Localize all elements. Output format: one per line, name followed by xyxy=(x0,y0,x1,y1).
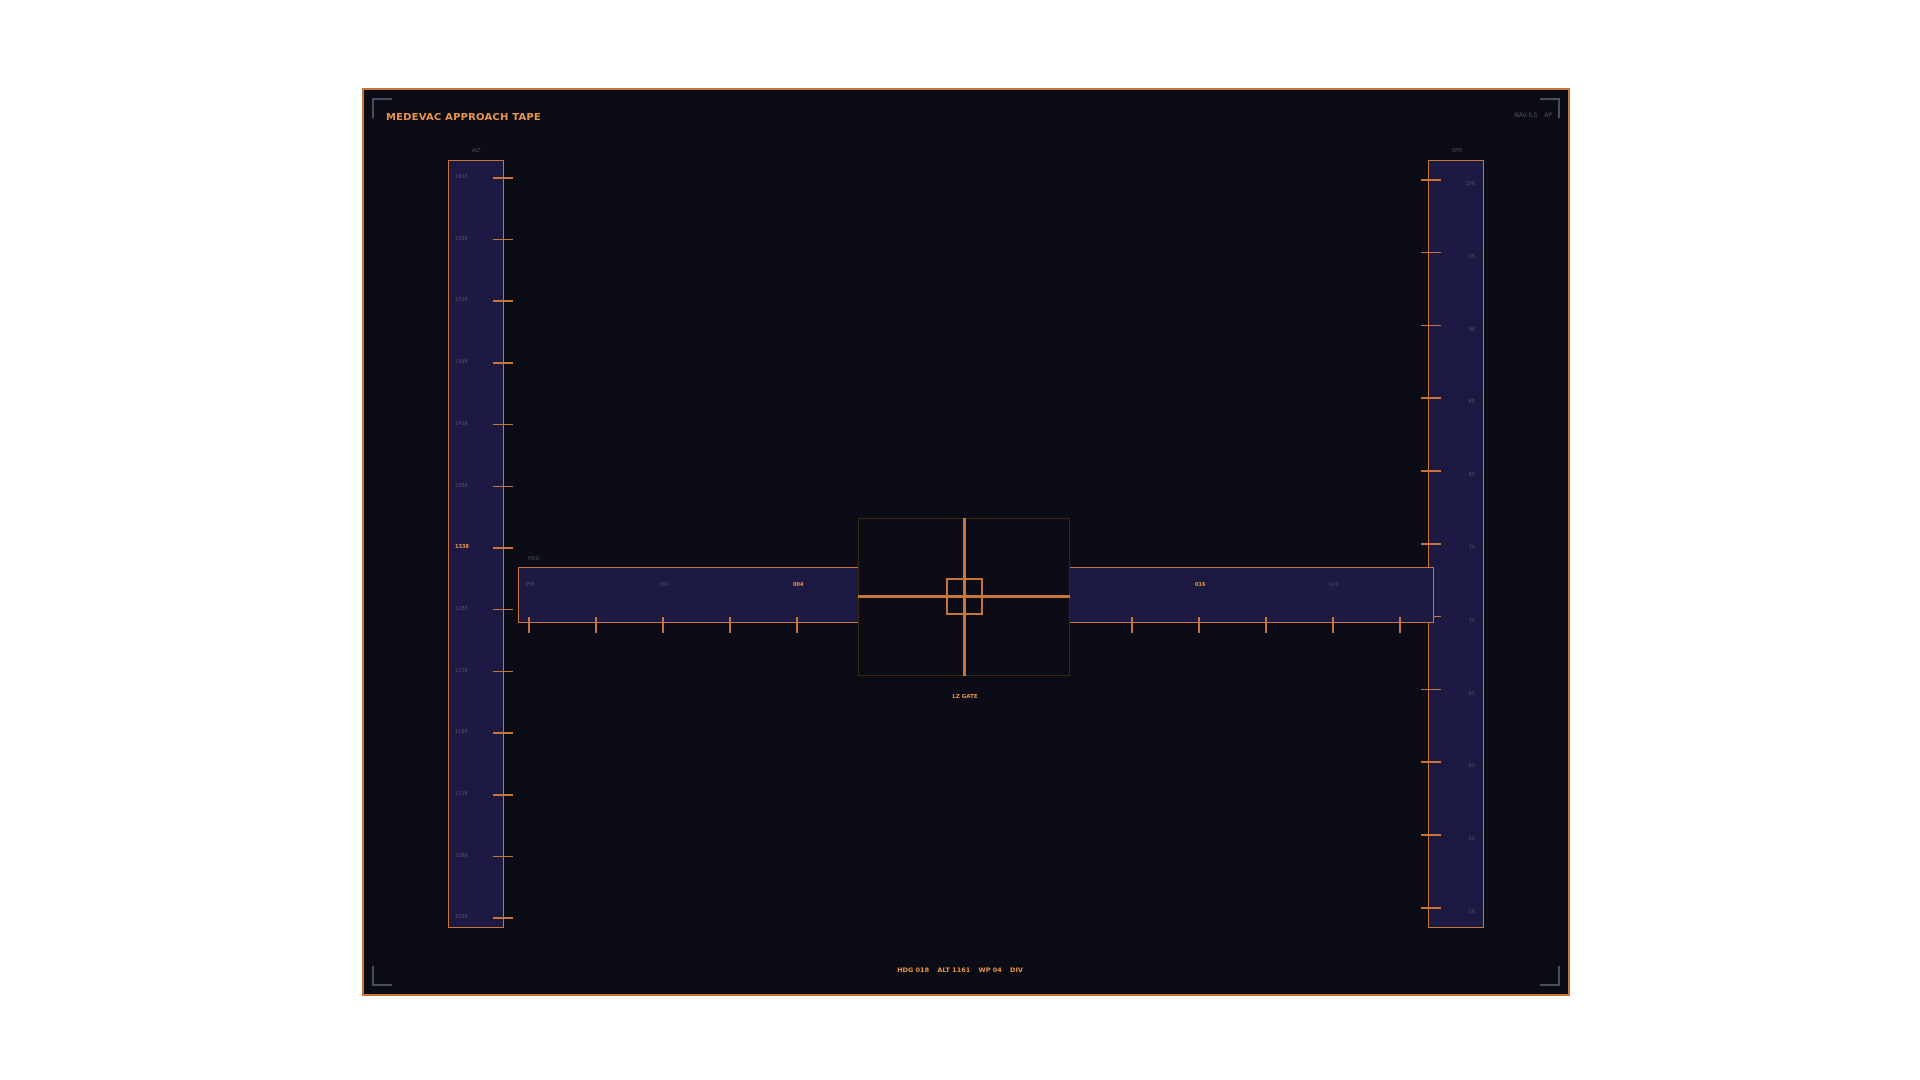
alt-tick xyxy=(493,177,513,179)
spd-tick-label: 55 xyxy=(1468,836,1475,843)
hdg-tick-label: 004 xyxy=(793,582,804,588)
hdg-tick xyxy=(1198,617,1200,633)
hdg-tick xyxy=(1131,617,1133,633)
altitude-tape[interactable]: 1638 1588 1538 1488 1438 1388 1338 1288 1238 1188… xyxy=(448,160,513,928)
hdg-tick xyxy=(729,617,731,633)
alt-tick xyxy=(493,608,513,611)
reticle-square[interactable] xyxy=(946,578,983,615)
spd-tick-label: 75 xyxy=(1468,545,1475,551)
readout-hdg: HDG 018 xyxy=(897,966,930,974)
alt-tick-label: 1188 xyxy=(455,729,468,736)
alt-tick xyxy=(493,917,513,919)
spd-tick-label: 90 xyxy=(1468,326,1475,333)
alt-tick xyxy=(493,670,513,673)
hdg-tick xyxy=(1399,617,1401,633)
alt-tick xyxy=(493,794,513,796)
alt-tick-label: 1388 xyxy=(455,482,468,489)
alt-tick-label: 1538 xyxy=(455,297,468,304)
spd-tick-label: 80 xyxy=(1468,472,1475,479)
spd-tick xyxy=(1421,251,1441,254)
spd-tick xyxy=(1421,907,1441,909)
hdg-tick xyxy=(796,617,798,633)
spd-tick xyxy=(1421,761,1441,763)
spd-tick xyxy=(1421,324,1441,327)
alt-tick-label: 1488 xyxy=(455,359,468,366)
status-ap: AP xyxy=(1544,112,1552,119)
alt-tick-label: 1438 xyxy=(455,420,468,427)
alt-tick-label: 1138 xyxy=(455,791,468,797)
alt-tick-label: 1338 xyxy=(455,544,469,551)
alt-tick xyxy=(493,547,513,549)
spd-tick-label: 65 xyxy=(1468,690,1475,697)
alt-tick-label: 1238 xyxy=(455,667,468,674)
panel-title: MEDEVAC APPROACH TAPE xyxy=(386,112,541,123)
readout-alt: ALT 1161 xyxy=(937,966,971,974)
spd-tape-label: SPD xyxy=(1452,148,1463,154)
alt-tick-label: 1638 xyxy=(455,174,468,180)
readout-wp: WP 04 xyxy=(978,966,1002,974)
alt-tick-label: 1288 xyxy=(455,605,468,612)
spd-tick-label: 95 xyxy=(1468,253,1475,260)
spd-tick-label: 60 xyxy=(1468,763,1475,770)
hdg-tick xyxy=(662,617,664,633)
lz-gate-label: LZ GATE xyxy=(952,694,978,700)
alt-tick xyxy=(493,732,513,734)
hdg-tick xyxy=(528,617,530,633)
hdg-tick xyxy=(1265,617,1267,633)
hdg-tick xyxy=(1332,617,1334,633)
spd-tick-label: 70 xyxy=(1468,617,1475,624)
spd-tick xyxy=(1421,688,1441,691)
bottom-readout: HDG 018 ALT 1161 WP 04 DIV xyxy=(0,966,1920,974)
spd-tick-label: 50 xyxy=(1468,909,1475,915)
alt-tick-label: 1088 xyxy=(455,852,468,859)
hdg-tick-label: 360 xyxy=(659,582,669,588)
hdg-tick-label: 020 xyxy=(1329,582,1339,588)
status-indicators: NAV-ILS AP xyxy=(1509,112,1552,119)
alt-tick xyxy=(493,423,513,426)
hdg-tick-label: 016 xyxy=(1195,582,1206,588)
spd-tick xyxy=(1421,543,1441,545)
hdg-tick xyxy=(595,617,597,633)
spd-tick xyxy=(1421,834,1441,836)
alt-tape-label: ALT xyxy=(472,148,481,154)
speed-tape[interactable]: 100 95 90 85 80 75 70 65 60 55 50 xyxy=(1421,160,1484,928)
hdg-tick-label: 356 xyxy=(525,582,535,588)
alt-tick xyxy=(493,238,513,241)
spd-tick xyxy=(1421,470,1441,472)
status-nav: NAV-ILS xyxy=(1514,112,1538,119)
spd-tick-label: 100 xyxy=(1465,181,1475,187)
spd-tick xyxy=(1421,397,1441,399)
alt-tick xyxy=(493,855,513,858)
spd-tick-label: 85 xyxy=(1468,399,1475,406)
spd-tick xyxy=(1421,179,1441,181)
alt-tick xyxy=(493,485,513,487)
alt-tick-label: 1038 xyxy=(455,914,468,921)
readout-mode: DIV xyxy=(1010,966,1023,974)
hdg-tape-label: HDG xyxy=(528,556,540,562)
alt-tick xyxy=(493,362,513,364)
alt-tick-label: 1588 xyxy=(455,235,468,242)
alt-tick xyxy=(493,300,513,302)
